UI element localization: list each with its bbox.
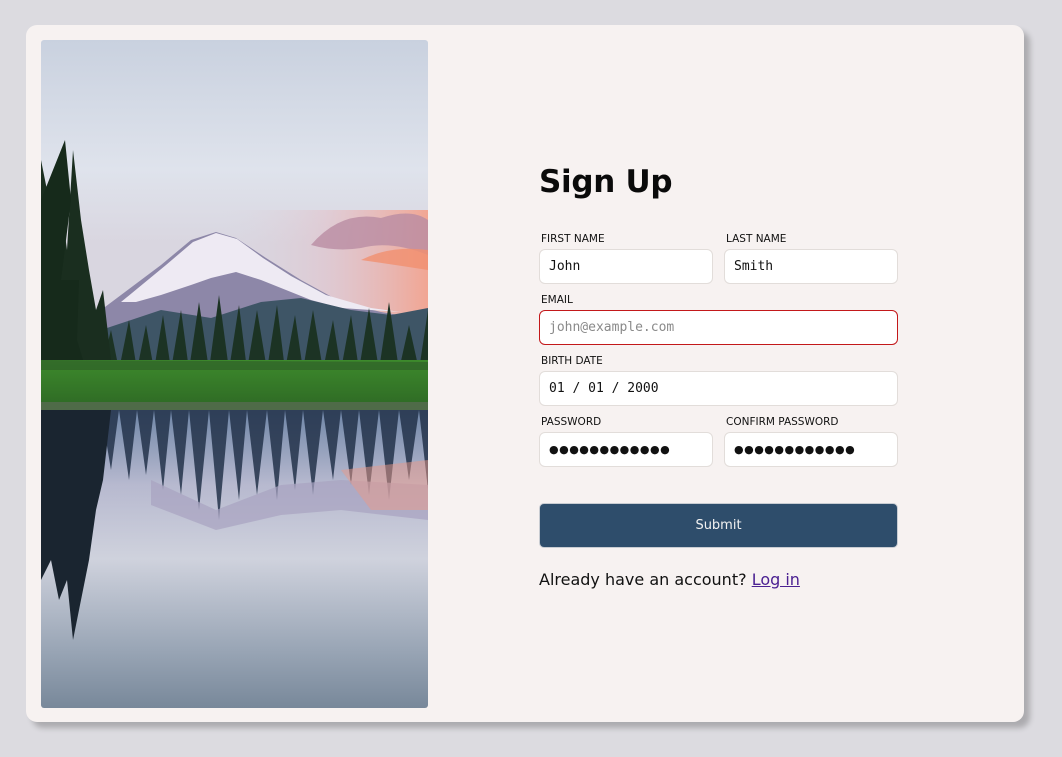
email-input[interactable]: [539, 310, 898, 345]
mountain-lake-photo: [41, 40, 428, 708]
signup-form: Sign Up FIRST NAME LAST NAME EMAIL BIRTH…: [539, 163, 898, 589]
first-name-input[interactable]: [539, 249, 713, 284]
birth-date-label: BIRTH DATE: [541, 355, 603, 367]
signup-card: Sign Up FIRST NAME LAST NAME EMAIL BIRTH…: [26, 25, 1024, 722]
password-input[interactable]: [539, 432, 713, 467]
page-title: Sign Up: [539, 164, 673, 200]
last-name-label: LAST NAME: [726, 233, 787, 245]
email-group: EMAIL: [539, 294, 898, 345]
first-name-field: FIRST NAME: [539, 233, 713, 284]
password-field: PASSWORD: [539, 416, 713, 467]
confirm-password-label: CONFIRM PASSWORD: [726, 416, 839, 428]
last-name-input[interactable]: [724, 249, 898, 284]
submit-button[interactable]: Submit: [539, 503, 898, 548]
login-link[interactable]: Log in: [752, 570, 800, 589]
email-label: EMAIL: [541, 294, 573, 306]
last-name-field: LAST NAME: [724, 233, 898, 284]
confirm-password-field: CONFIRM PASSWORD: [724, 416, 898, 467]
login-prompt: Already have an account? Log in: [539, 570, 898, 589]
birth-date-input[interactable]: [539, 371, 898, 406]
password-label: PASSWORD: [541, 416, 602, 428]
first-name-label: FIRST NAME: [541, 233, 605, 245]
name-row: FIRST NAME LAST NAME: [539, 233, 898, 284]
login-prompt-text: Already have an account?: [539, 570, 747, 589]
password-row: PASSWORD CONFIRM PASSWORD: [539, 416, 898, 467]
birth-date-group: BIRTH DATE: [539, 355, 898, 406]
confirm-password-input[interactable]: [724, 432, 898, 467]
